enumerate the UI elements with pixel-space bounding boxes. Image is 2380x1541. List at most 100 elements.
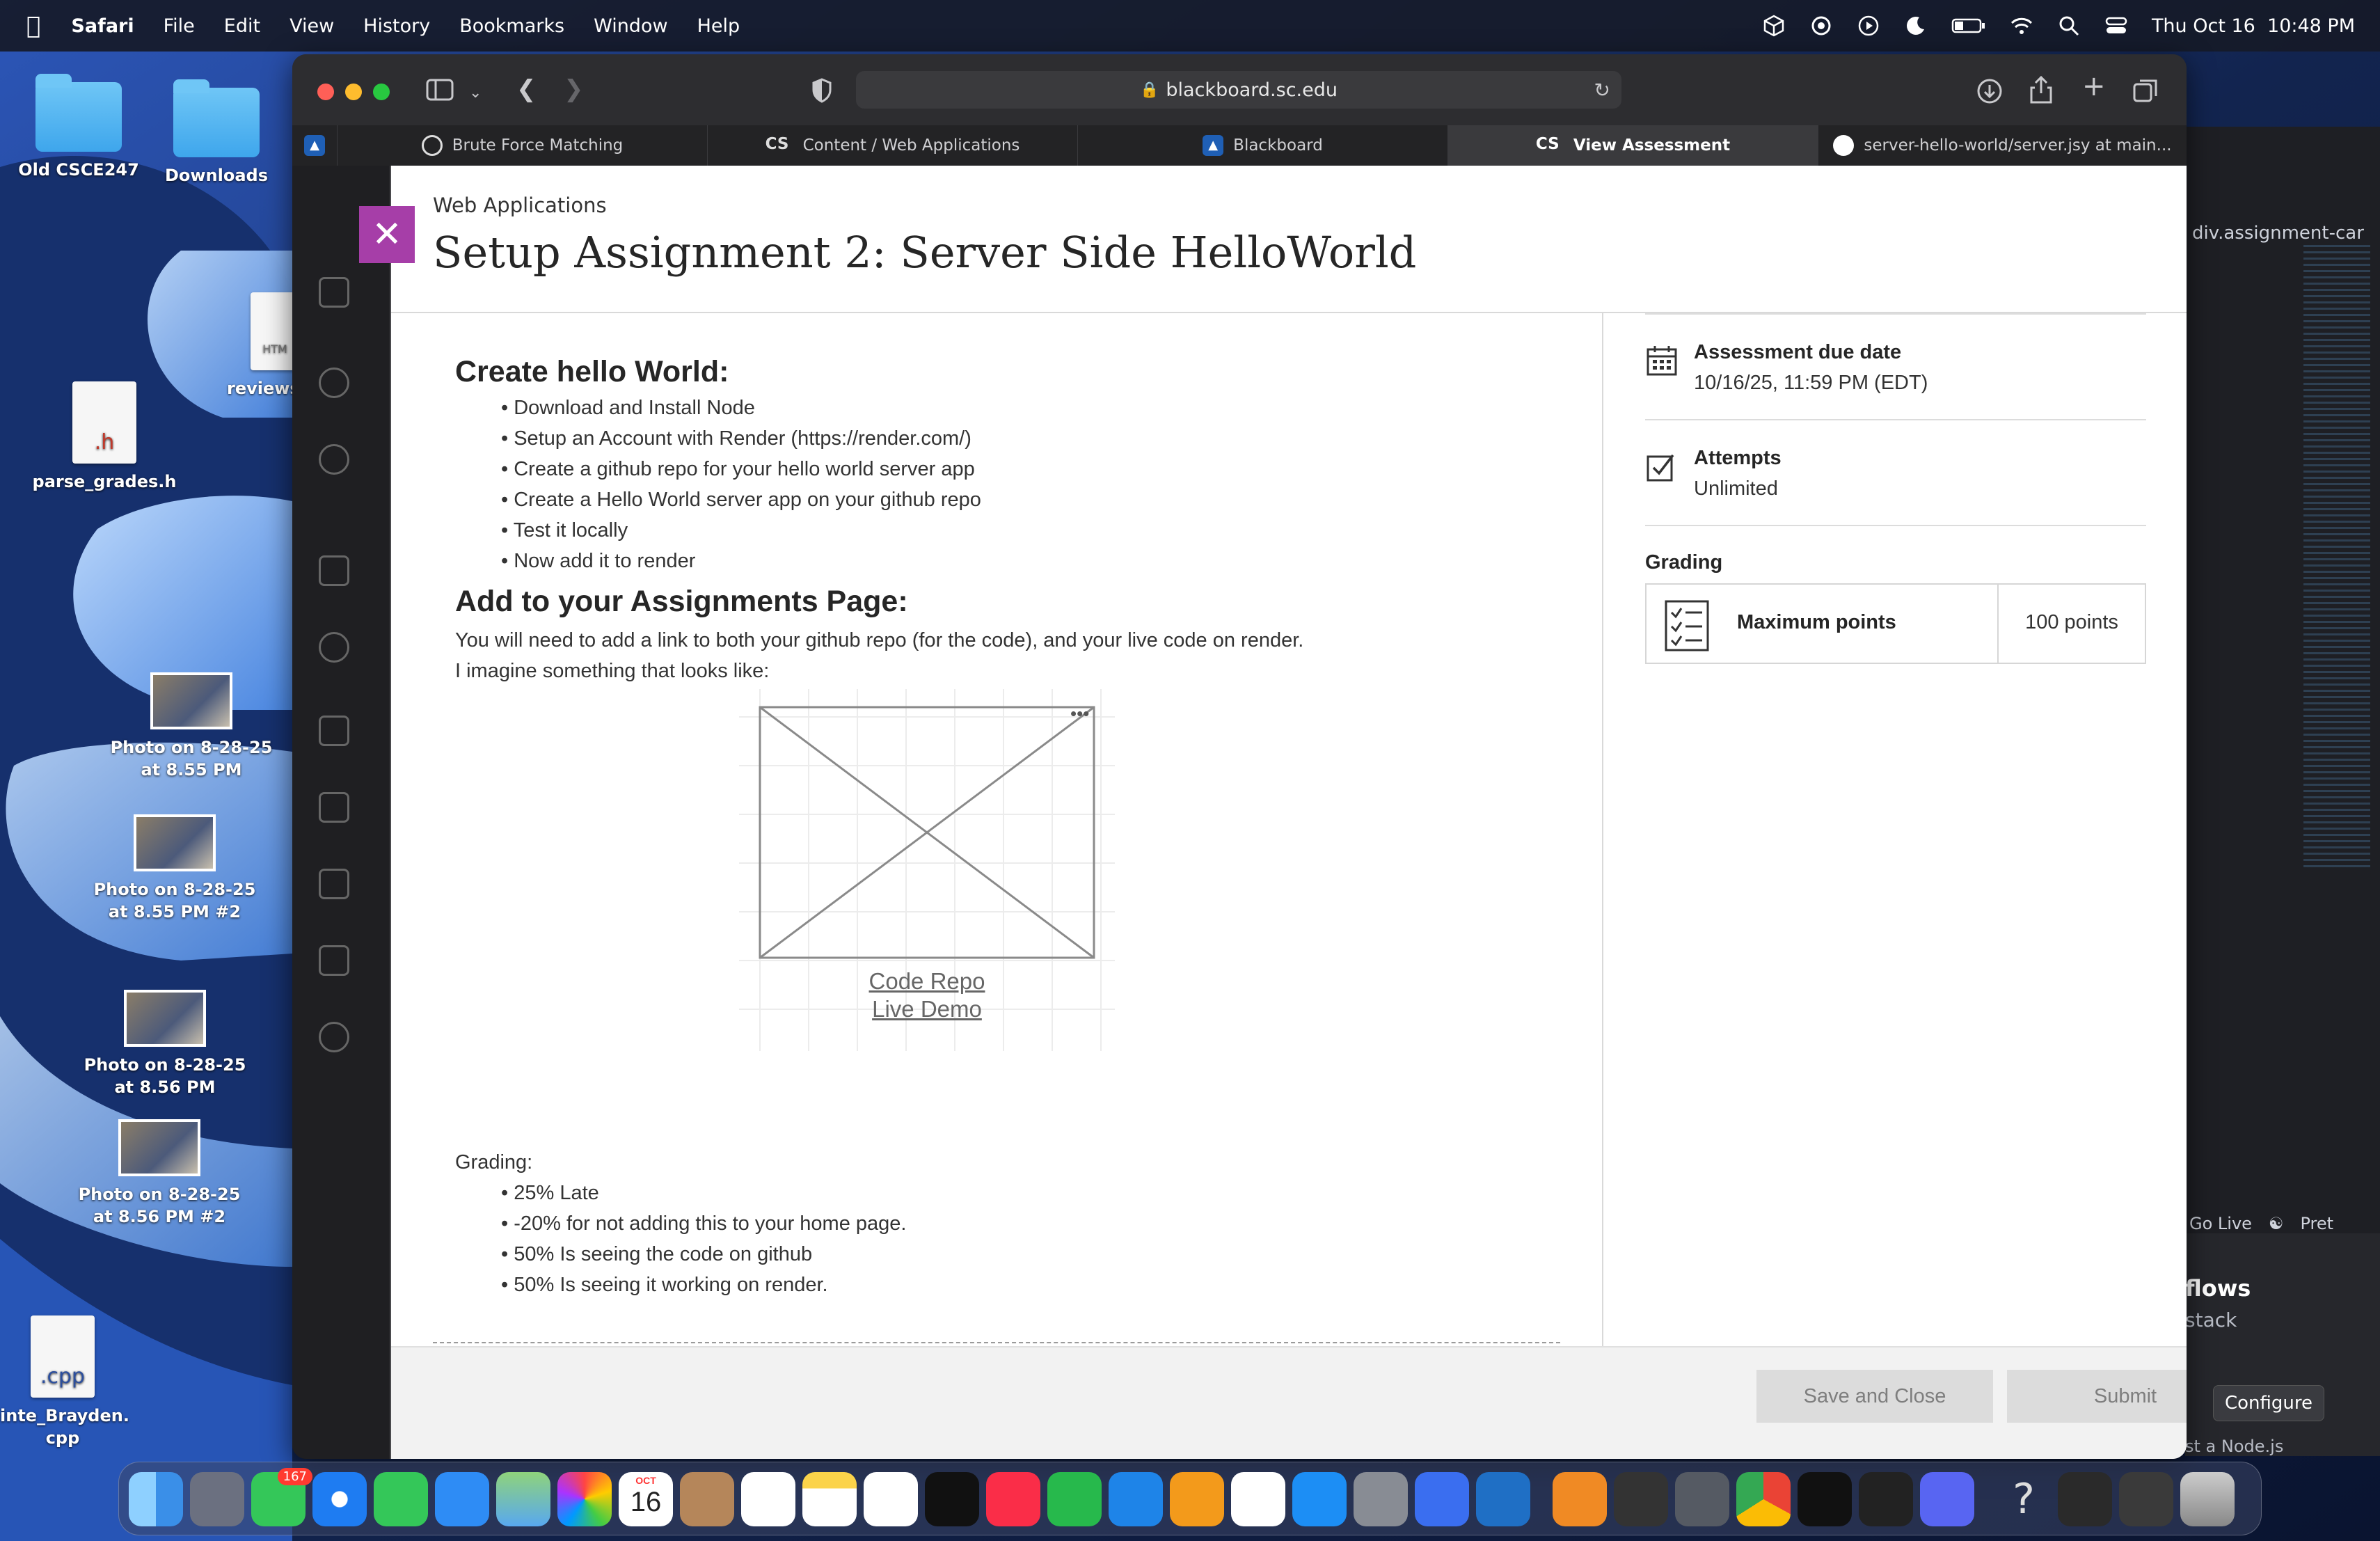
share-icon[interactable] [2029, 75, 2053, 104]
tab-content-web-applications[interactable]: CS Content / Web Applications [707, 125, 1077, 166]
back-button[interactable]: ❮ [516, 77, 537, 102]
desktop-photo-3[interactable]: Photo on 8-28-25 at 8.56 PM [78, 990, 252, 1098]
music-icon[interactable] [986, 1472, 1040, 1526]
tools-icon[interactable] [319, 945, 349, 976]
messages-icon[interactable]: 167 [251, 1468, 312, 1526]
configure-button[interactable]: Configure [2213, 1385, 2324, 1421]
play-status-icon[interactable] [1857, 14, 1880, 38]
menu-bookmarks[interactable]: Bookmarks [459, 15, 564, 37]
live-demo-link[interactable]: Live Demo [739, 995, 1115, 1023]
menu-safari[interactable]: Safari [71, 15, 134, 37]
editor-breadcrumb[interactable]: div.assignment-car [2192, 223, 2364, 244]
close-panel-button[interactable]: ✕ [359, 206, 415, 263]
unity-hub-icon[interactable] [1675, 1472, 1729, 1526]
discord-icon[interactable] [1920, 1472, 1974, 1526]
profile-icon[interactable] [319, 368, 349, 398]
tab-blackboard[interactable]: ▲ Blackboard [1077, 125, 1447, 166]
reload-icon[interactable]: ↻ [1594, 79, 1610, 102]
course-breadcrumb[interactable]: Web Applications [433, 193, 607, 217]
courses-icon[interactable] [319, 555, 349, 586]
facetime-icon[interactable] [374, 1472, 428, 1526]
desktop-file-reviews[interactable]: HTM reviews [223, 292, 300, 400]
photos-icon[interactable] [557, 1472, 612, 1526]
vscode-icon[interactable] [1476, 1472, 1530, 1526]
save-and-close-button[interactable]: Save and Close [1756, 1370, 1993, 1423]
moon-icon[interactable] [1904, 14, 1928, 38]
minimize-window-button[interactable] [345, 84, 362, 100]
chrome-icon[interactable] [1736, 1472, 1791, 1526]
roblox-icon[interactable] [1415, 1472, 1469, 1526]
books-icon[interactable] [1553, 1472, 1607, 1526]
menu-edit[interactable]: Edit [224, 15, 260, 37]
code-repo-link[interactable]: Code Repo [739, 967, 1115, 995]
desktop-file-parse-grades[interactable]: .h parse_grades.h [21, 381, 188, 493]
new-tab-icon[interactable]: + [2082, 72, 2106, 100]
battery-icon[interactable] [1951, 14, 1986, 38]
news-icon[interactable] [1231, 1472, 1285, 1526]
safari-icon[interactable] [312, 1472, 367, 1526]
help-icon[interactable]: ? [1997, 1472, 2051, 1526]
close-window-button[interactable] [317, 84, 334, 100]
mail-icon[interactable] [435, 1472, 489, 1526]
go-live-button[interactable]: Go Live [2189, 1214, 2252, 1233]
menu-file[interactable]: File [164, 15, 195, 37]
globe-icon[interactable] [319, 444, 349, 475]
groups-icon[interactable] [319, 632, 349, 663]
pages-icon[interactable] [1170, 1472, 1224, 1526]
reminders-icon[interactable] [741, 1472, 795, 1526]
launchpad-icon[interactable] [190, 1472, 244, 1526]
activity-monitor-icon[interactable] [1798, 1472, 1852, 1526]
keynote-icon[interactable] [1109, 1472, 1163, 1526]
desktop-folder-downloads[interactable]: Downloads [152, 79, 281, 187]
menu-view[interactable]: View [289, 15, 334, 37]
chatgpt-status-icon[interactable] [1809, 14, 1833, 38]
terminal-icon[interactable] [1859, 1472, 1913, 1526]
apple-menu-icon[interactable]:  [26, 12, 40, 40]
system-settings-icon[interactable] [1354, 1472, 1408, 1526]
tab-overview-icon[interactable] [2132, 78, 2159, 104]
address-bar[interactable]: 🔒 blackboard.sc.edu ↻ [856, 71, 1621, 109]
search-icon[interactable] [2057, 14, 2081, 38]
menu-window[interactable]: Window [594, 15, 667, 37]
menu-help[interactable]: Help [697, 15, 740, 37]
desktop-folder-old-csce247[interactable]: Old CSCE247 [14, 74, 143, 181]
sign-out-icon[interactable] [319, 1022, 349, 1052]
zoom-window-button[interactable] [373, 84, 390, 100]
calendar-nav-icon[interactable] [319, 716, 349, 746]
tab-view-assessment[interactable]: CS View Assessment [1447, 125, 1818, 166]
control-center-icon[interactable] [2104, 14, 2128, 38]
app-store-icon[interactable] [1292, 1472, 1347, 1526]
numbers-icon[interactable] [1047, 1472, 1102, 1526]
grades-icon[interactable] [319, 869, 349, 899]
window-preview-icon[interactable] [2058, 1472, 2112, 1526]
shield-icon[interactable] [811, 78, 832, 103]
tab-github-server[interactable]: server-hello-world/server.jsy at main... [1818, 125, 2187, 166]
maps-icon[interactable] [496, 1472, 550, 1526]
menu-history[interactable]: History [363, 15, 430, 37]
editor-minimap[interactable] [2303, 245, 2370, 871]
tab-brute-force-matching[interactable]: Brute Force Matching [337, 125, 707, 166]
notes-icon[interactable] [802, 1472, 857, 1526]
desktop-photo-1[interactable]: Photo on 8-28-25 at 8.55 PM [104, 672, 278, 781]
contacts-icon[interactable] [680, 1472, 734, 1526]
institution-icon[interactable] [319, 277, 349, 308]
chevron-down-icon[interactable]: ⌄ [469, 81, 482, 106]
disk-utility-icon[interactable] [1614, 1472, 1668, 1526]
sidebar-toggle-icon[interactable] [426, 78, 454, 102]
desktop-file-cpp[interactable]: .cpp inte_Brayden. cpp [0, 1315, 129, 1449]
menubar-clock[interactable]: Thu Oct 16 10:48 PM [2152, 15, 2355, 37]
pinned-tab[interactable]: ▲ [292, 125, 337, 166]
freeform-icon[interactable] [864, 1472, 918, 1526]
copilot-icon[interactable]: ☯ [2269, 1214, 2284, 1233]
prettier-status[interactable]: Pret [2300, 1214, 2333, 1233]
apple-tv-icon[interactable] [925, 1472, 979, 1526]
messages-icon[interactable] [319, 792, 349, 823]
downloads-stack-icon[interactable] [2119, 1472, 2173, 1526]
desktop-photo-4[interactable]: Photo on 8-28-25 at 8.56 PM #2 [72, 1119, 246, 1228]
cube-status-icon[interactable] [1762, 14, 1786, 38]
forward-button[interactable]: ❯ [564, 77, 584, 102]
wifi-icon[interactable] [2010, 14, 2033, 38]
download-icon[interactable] [1976, 78, 2003, 104]
submit-button[interactable]: Submit [2007, 1370, 2187, 1423]
trash-icon[interactable] [2180, 1472, 2235, 1526]
